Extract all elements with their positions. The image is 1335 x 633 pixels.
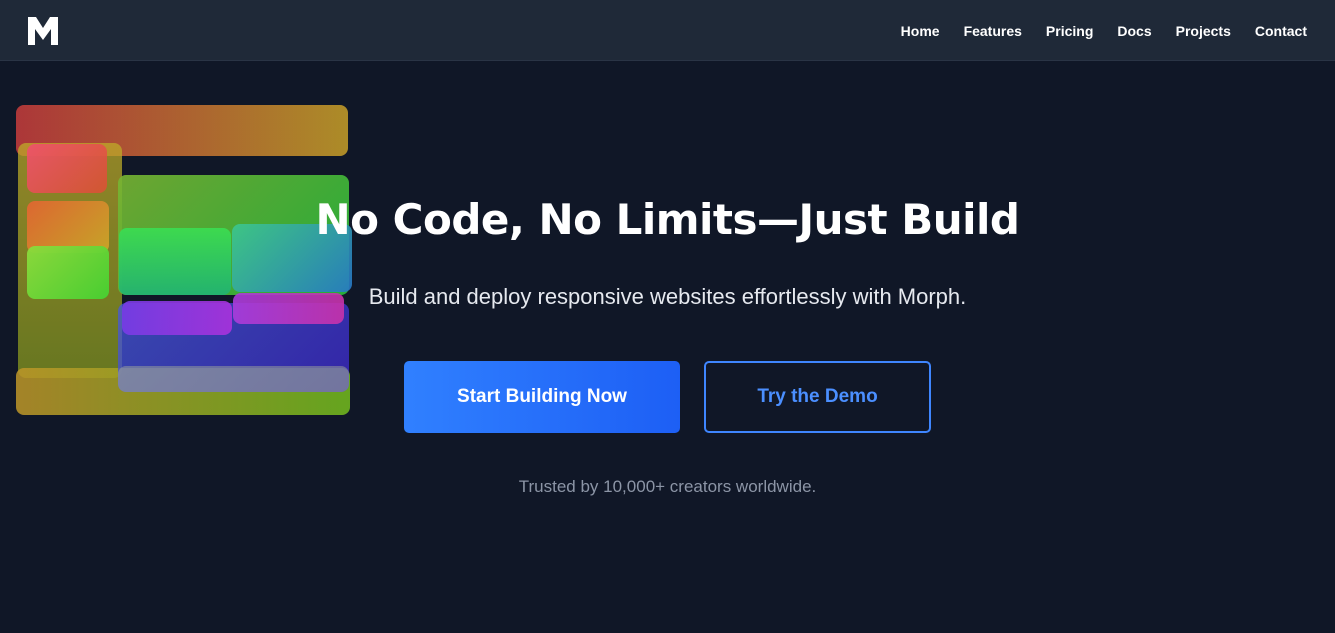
nav-link-docs[interactable]: Docs	[1117, 23, 1151, 39]
try-demo-button[interactable]: Try the Demo	[704, 361, 931, 433]
main-nav: Home Features Pricing Docs Projects Cont…	[901, 0, 1307, 61]
start-building-button[interactable]: Start Building Now	[404, 361, 680, 433]
nav-link-contact[interactable]: Contact	[1255, 23, 1307, 39]
nav-link-features[interactable]: Features	[964, 23, 1022, 39]
nav-link-home[interactable]: Home	[901, 23, 940, 39]
art-tile-8	[118, 366, 349, 392]
art-tile-1	[27, 144, 107, 193]
hero-title: No Code, No Limits—Just Build	[315, 195, 1020, 244]
hero-subtitle: Build and deploy responsive websites eff…	[368, 284, 967, 309]
nav-link-projects[interactable]: Projects	[1176, 23, 1231, 39]
trust-note: Trusted by 10,000+ creators worldwide.	[518, 477, 817, 496]
nav-link-pricing[interactable]: Pricing	[1046, 23, 1093, 39]
